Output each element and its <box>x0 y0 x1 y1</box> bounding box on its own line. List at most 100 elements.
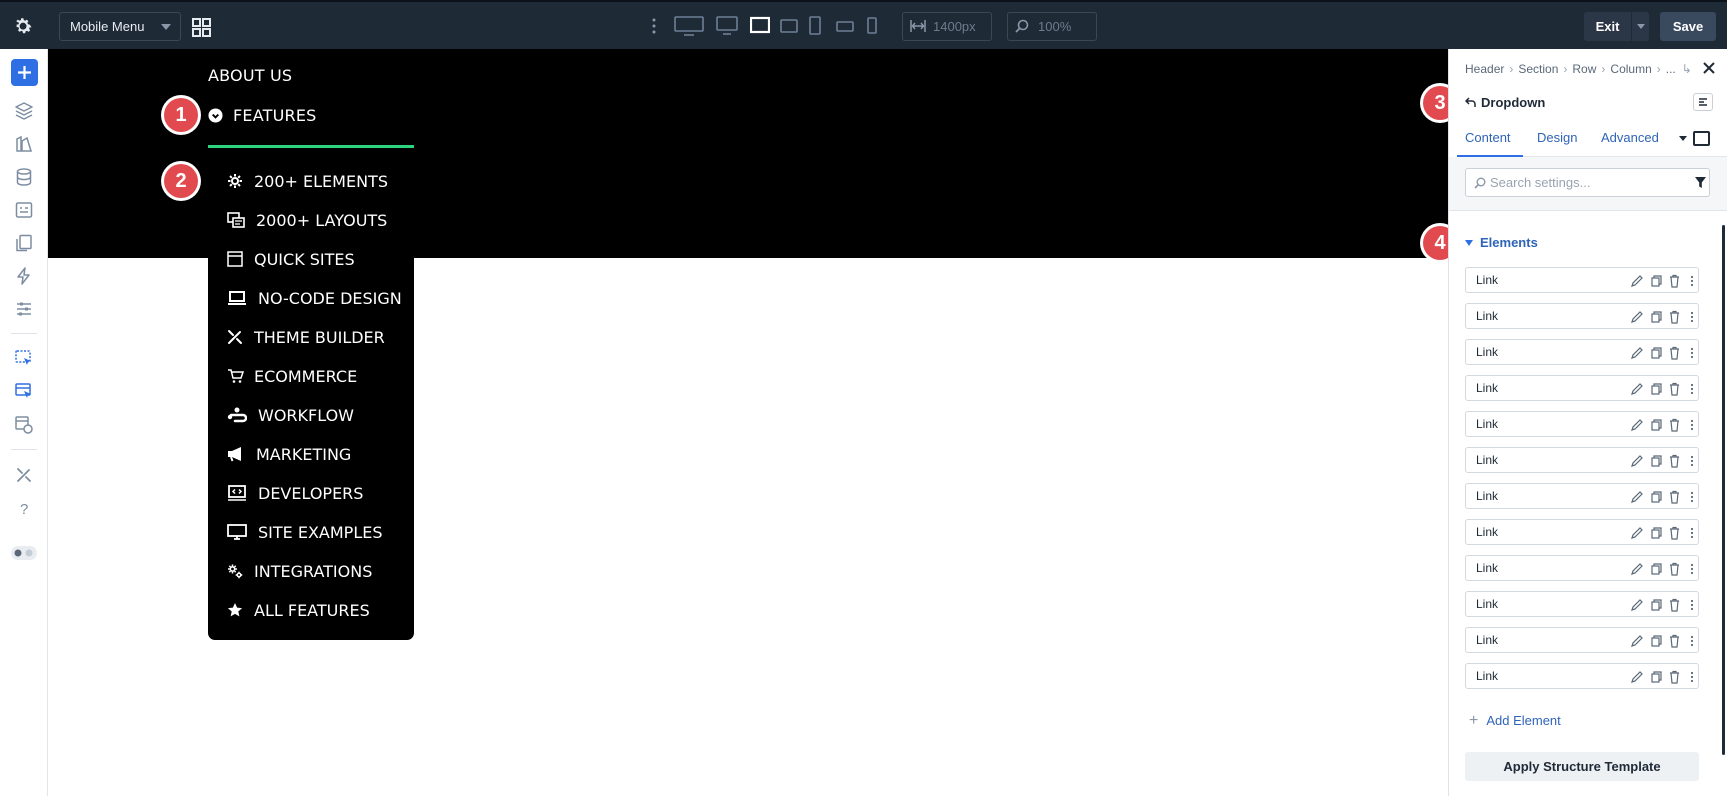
zoom-field[interactable]: 100% <box>1007 12 1097 41</box>
more-vertical-icon <box>1690 347 1694 359</box>
save-button[interactable]: Save <box>1660 12 1716 41</box>
row-actions[interactable] <box>1630 634 1698 648</box>
grid-layout-icon[interactable] <box>192 18 211 37</box>
element-link-label: Link <box>1476 381 1499 395</box>
help-icon[interactable]: ? <box>14 498 34 518</box>
sliders-icon[interactable] <box>14 299 34 319</box>
forms-icon[interactable] <box>14 200 34 220</box>
viewport-phone-landscape-icon[interactable] <box>836 16 854 36</box>
apply-structure-template-button[interactable]: Apply Structure Template <box>1465 752 1699 781</box>
trash-icon <box>1670 598 1679 612</box>
viewport-tablet-landscape-icon[interactable] <box>780 16 798 36</box>
element-link-row[interactable]: Link <box>1465 663 1699 689</box>
element-link-label: Link <box>1476 309 1499 323</box>
element-link-row[interactable]: Link <box>1465 627 1699 653</box>
row-actions[interactable] <box>1630 562 1698 576</box>
exit-options-button[interactable] <box>1632 12 1649 41</box>
viewport-desktop-icon[interactable] <box>716 16 738 36</box>
search-settings-input[interactable]: Search settings... <box>1465 168 1710 197</box>
tab-content[interactable]: Content <box>1457 127 1523 157</box>
element-link-row[interactable]: Link <box>1465 483 1699 509</box>
element-link-row[interactable]: Link <box>1465 375 1699 401</box>
duplicate-icon <box>1651 671 1662 683</box>
theme-toggle[interactable] <box>11 546 37 560</box>
element-link-row[interactable]: Link <box>1465 267 1699 293</box>
star-icon <box>227 603 243 617</box>
trash-icon <box>1670 670 1679 684</box>
callout-badge-1: 1 <box>164 98 198 132</box>
element-link-row[interactable]: Link <box>1465 411 1699 437</box>
element-link-label: Link <box>1476 597 1499 611</box>
element-link-row[interactable]: Link <box>1465 555 1699 581</box>
filter-icon[interactable] <box>1694 176 1707 189</box>
row-actions[interactable] <box>1630 670 1698 684</box>
layers-icon[interactable] <box>14 101 34 121</box>
design-library-icon[interactable] <box>14 134 34 154</box>
tools-icon <box>228 330 242 344</box>
row-actions[interactable] <box>1630 526 1698 540</box>
row-actions[interactable] <box>1630 274 1698 288</box>
row-actions[interactable] <box>1630 310 1698 324</box>
element-link-row[interactable]: Link <box>1465 303 1699 329</box>
row-actions[interactable] <box>1630 490 1698 504</box>
row-actions[interactable] <box>1630 346 1698 360</box>
breadcrumb-item[interactable]: Section <box>1518 62 1558 76</box>
trash-icon <box>1670 274 1679 288</box>
close-icon[interactable] <box>1703 62 1715 74</box>
wireframe-toggle-icon[interactable] <box>1693 131 1710 146</box>
element-link-row[interactable]: Link <box>1465 447 1699 473</box>
add-element-button[interactable]: + Add Element <box>1469 712 1561 730</box>
viewport-laptop-icon[interactable] <box>750 16 770 36</box>
tab-advanced[interactable]: Advanced <box>1601 127 1659 157</box>
breadcrumb-separator: › <box>1509 62 1514 76</box>
row-actions[interactable] <box>1630 454 1698 468</box>
select-pointer-icon[interactable] <box>14 349 34 369</box>
module-options-icon[interactable] <box>1693 93 1713 111</box>
tools-icon[interactable] <box>14 465 34 485</box>
lightning-icon[interactable] <box>14 266 34 286</box>
menu-select[interactable]: Mobile Menu <box>59 12 181 41</box>
back-arrow-icon[interactable] <box>1465 97 1476 108</box>
breadcrumb-item[interactable]: Row <box>1572 62 1596 76</box>
preview-icon[interactable] <box>14 415 34 435</box>
element-link-row[interactable]: Link <box>1465 519 1699 545</box>
viewport-wide-desktop-icon[interactable] <box>674 16 704 36</box>
row-actions[interactable] <box>1630 418 1698 432</box>
nav-features-label: FEATURES <box>233 106 317 125</box>
multi-select-icon[interactable] <box>14 382 34 402</box>
breadcrumb-item[interactable]: Column <box>1610 62 1651 76</box>
element-link-row[interactable]: Link <box>1465 339 1699 365</box>
row-actions[interactable] <box>1630 382 1698 396</box>
active-nav-underline <box>208 145 414 148</box>
exit-button[interactable]: Exit <box>1584 12 1631 41</box>
zoom-icon <box>1015 19 1029 33</box>
enter-child-icon[interactable]: ↳ <box>1682 62 1692 76</box>
panel-tabs: Content Design Advanced <box>1457 127 1727 157</box>
element-link-row[interactable]: Link <box>1465 591 1699 617</box>
panel-scrollbar[interactable] <box>1722 225 1725 755</box>
pages-icon[interactable] <box>14 233 34 253</box>
more-vertical-icon <box>1690 599 1694 611</box>
duplicate-icon <box>1651 311 1662 323</box>
settings-gear-icon[interactable] <box>12 15 34 37</box>
browser-window-icon <box>227 251 243 267</box>
breadcrumb-item[interactable]: ... <box>1666 62 1676 76</box>
add-module-button[interactable] <box>11 59 38 86</box>
viewport-tablet-icon[interactable] <box>808 16 822 36</box>
chevron-down-icon[interactable] <box>1679 136 1687 141</box>
trash-icon <box>1670 418 1679 432</box>
canvas-width-field[interactable]: 1400px <box>902 12 992 41</box>
module-title: Dropdown <box>1481 95 1546 110</box>
breadcrumb-item[interactable]: Header <box>1465 62 1504 76</box>
dropdown-item-label: QUICK SITES <box>254 250 355 269</box>
gear-icon <box>228 174 242 188</box>
chevron-circle-down-icon <box>208 108 223 123</box>
nav-about-us[interactable]: ABOUT US <box>208 66 292 85</box>
dropdown-item-label: ECOMMERCE <box>254 367 358 386</box>
more-vertical-icon[interactable] <box>652 18 656 34</box>
database-icon[interactable] <box>14 167 34 187</box>
row-actions[interactable] <box>1630 598 1698 612</box>
viewport-phone-icon[interactable] <box>866 16 878 36</box>
tab-design[interactable]: Design <box>1537 127 1577 157</box>
canvas-width-value: 1400px <box>933 19 976 34</box>
